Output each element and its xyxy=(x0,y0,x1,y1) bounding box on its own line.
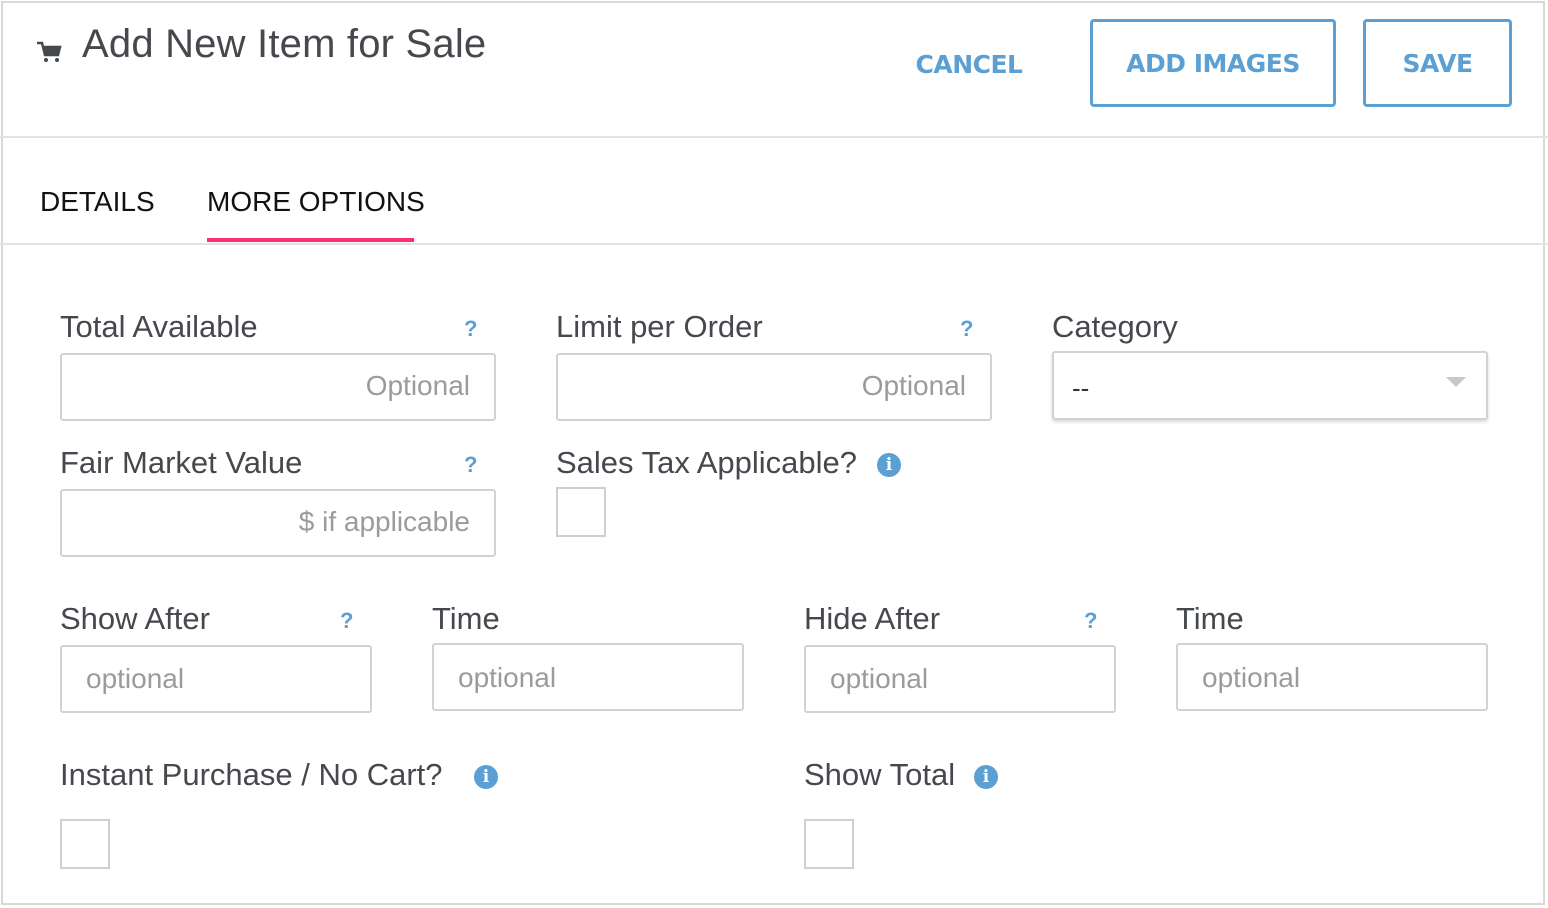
sales-tax-label: Sales Tax Applicable? xyxy=(556,445,858,480)
fair-market-value-label: Fair Market Value xyxy=(60,445,303,480)
active-tab-indicator xyxy=(207,238,414,242)
sales-tax-info-icon[interactable]: i xyxy=(877,453,901,477)
page-title: Add New Item for Sale xyxy=(82,22,487,66)
total-available-help-icon[interactable]: ? xyxy=(464,316,477,342)
hide-after-help-icon[interactable]: ? xyxy=(1084,608,1097,634)
dialog-header: Add New Item for Sale CANCEL ADD IMAGES … xyxy=(0,0,1548,138)
save-button[interactable]: SAVE xyxy=(1363,19,1512,107)
category-label: Category xyxy=(1052,309,1178,344)
show-total-info-icon[interactable]: i xyxy=(974,765,998,789)
hide-after-time-label: Time xyxy=(1176,601,1244,636)
show-after-date-input[interactable]: optional xyxy=(60,645,372,713)
category-selected-value: -- xyxy=(1072,373,1090,403)
limit-per-order-input[interactable]: Optional xyxy=(556,353,992,421)
category-select[interactable]: -- xyxy=(1052,351,1488,420)
show-after-time-label: Time xyxy=(432,601,500,636)
add-images-button[interactable]: ADD IMAGES xyxy=(1090,19,1336,107)
fair-market-value-input[interactable]: $ if applicable xyxy=(60,489,496,557)
show-after-time-input[interactable]: optional xyxy=(432,643,744,711)
hide-after-label: Hide After xyxy=(804,601,941,636)
tab-more-options[interactable]: MORE OPTIONS xyxy=(207,186,425,218)
hide-after-time-input[interactable]: optional xyxy=(1176,643,1488,711)
instant-purchase-info-icon[interactable]: i xyxy=(474,765,498,789)
instant-purchase-checkbox[interactable] xyxy=(60,819,110,869)
show-after-help-icon[interactable]: ? xyxy=(340,608,353,634)
fair-market-value-help-icon[interactable]: ? xyxy=(464,452,477,478)
shopping-cart-icon xyxy=(37,41,62,62)
total-available-input[interactable]: Optional xyxy=(60,353,496,421)
hide-after-date-input[interactable]: optional xyxy=(804,645,1116,713)
sales-tax-checkbox[interactable] xyxy=(556,487,606,537)
total-available-label: Total Available xyxy=(60,309,258,344)
instant-purchase-label: Instant Purchase / No Cart? xyxy=(60,757,443,792)
limit-per-order-help-icon[interactable]: ? xyxy=(960,316,973,342)
tab-bar: DETAILS MORE OPTIONS xyxy=(0,138,1548,245)
show-total-label: Show Total xyxy=(804,757,956,792)
show-total-checkbox[interactable] xyxy=(804,819,854,869)
show-after-label: Show After xyxy=(60,601,210,636)
chevron-down-icon xyxy=(1446,377,1466,387)
tab-details[interactable]: DETAILS xyxy=(40,186,155,218)
cancel-button[interactable]: CANCEL xyxy=(905,44,1033,84)
limit-per-order-label: Limit per Order xyxy=(556,309,763,344)
